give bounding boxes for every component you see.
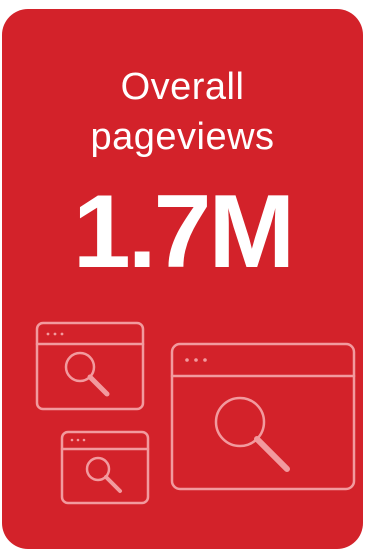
browser-search-illustration [35, 321, 356, 505]
browser-search-icon-small-bottom [60, 430, 150, 505]
card-title-line-2: pageviews [90, 116, 275, 158]
card-title-line-1: Overall [120, 66, 245, 108]
browser-search-icon-small-top [35, 321, 145, 411]
browser-search-icon-large [170, 342, 356, 491]
pageviews-metric: 1.7M [72, 174, 295, 290]
pageviews-card: Overall pageviews 1.7M [2, 9, 363, 549]
